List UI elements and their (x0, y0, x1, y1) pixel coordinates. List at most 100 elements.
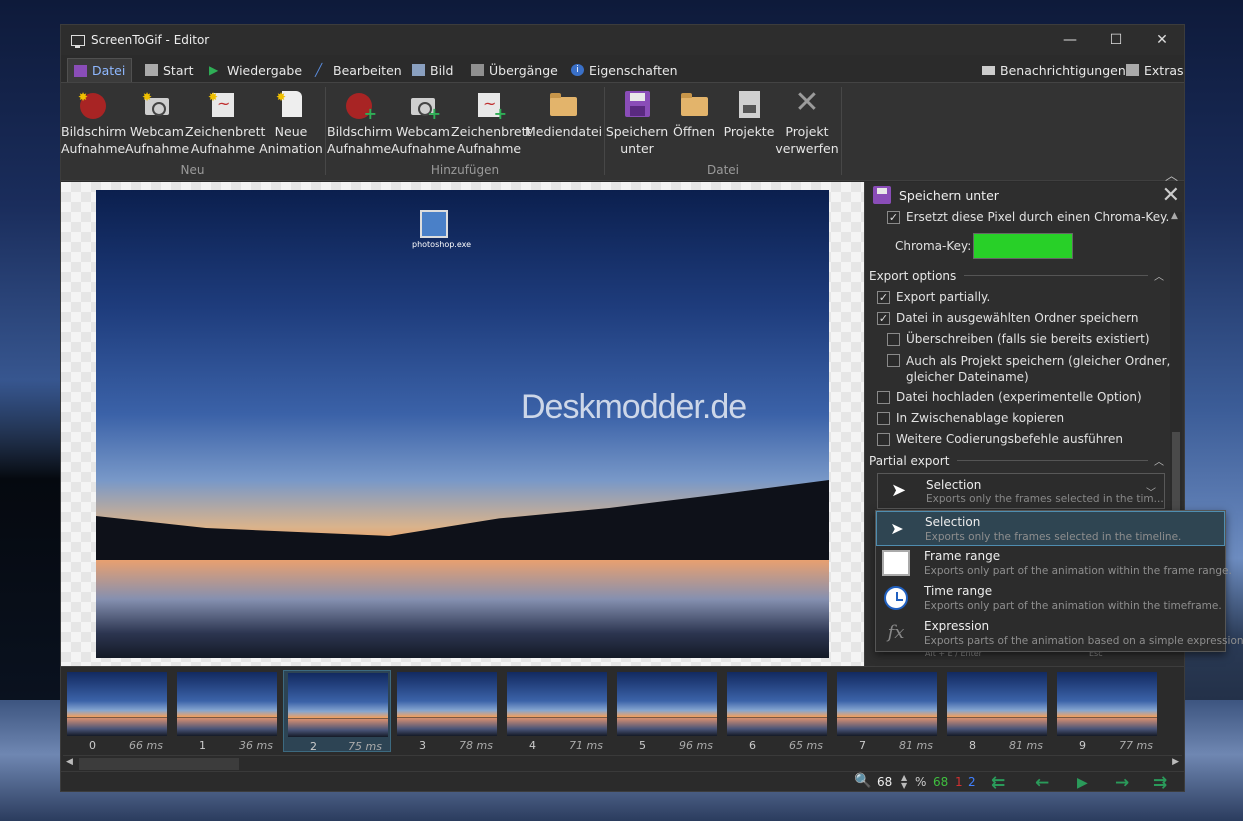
new-screen-recording-button[interactable]: ✸ Bildschirm Aufnahme (61, 83, 126, 163)
tab-bild[interactable]: Bild (412, 58, 453, 82)
group-label-neu: Neu (180, 163, 205, 177)
close-button[interactable]: ✕ (1139, 25, 1184, 55)
timeline-scrollbar[interactable]: ◀ ▶ (63, 755, 1182, 771)
partial-export-dropdown: ➤ Selection Exports only the frames select… (875, 510, 1243, 652)
scroll-thumb[interactable] (79, 758, 239, 770)
tab-start[interactable]: Start (145, 58, 194, 82)
next-frame-icon[interactable]: → (1115, 773, 1129, 791)
button-label: Webcam Aufnahme (125, 124, 190, 156)
frame-thumbnail[interactable]: 6 65 ms (723, 670, 831, 752)
frame-thumbnail[interactable]: 7 81 ms (833, 670, 941, 752)
button-label: Mediendatei (525, 124, 603, 139)
frame-number: 2 (310, 740, 317, 753)
option-desc: Exports only the frames selected in the … (925, 531, 1182, 543)
tab-wiedergabe[interactable]: ▶ Wiedergabe (209, 58, 302, 82)
upload-file-checkbox[interactable]: Datei hochladen (experimentelle Option) (877, 390, 1142, 404)
tab-eigenschaften[interactable]: i Eigenschaften (571, 58, 678, 82)
group-label-hinzufuegen: Hinzufügen (430, 163, 500, 177)
play-icon[interactable]: ▶ (1077, 775, 1088, 791)
lake-reflection (96, 560, 829, 658)
first-frame-icon[interactable]: ⇇ (991, 773, 1005, 791)
partial-export-header[interactable]: Partial export ︿ (869, 453, 1164, 469)
combo-selected-desc: Exports only the frames selected in the … (926, 493, 1164, 505)
dropdown-option-frame-range[interactable]: # Frame range Exports only part of the ani… (876, 546, 1232, 581)
new-file-icon: ✸ (276, 89, 306, 119)
dropdown-option-selection[interactable]: ➤ Selection Exports only the frames select… (876, 511, 1225, 546)
frame-number: 8 (969, 739, 976, 752)
scroll-right-icon[interactable]: ▶ (1172, 757, 1179, 767)
save-as-button[interactable]: Speichern unter (605, 83, 669, 163)
tab-uebergaenge[interactable]: Übergänge (471, 58, 558, 82)
new-board-recording-button[interactable]: ✸ Zeichenbrett Aufnahme (185, 83, 266, 163)
frame-thumbnail[interactable]: 1 36 ms (173, 670, 281, 752)
tab-datei[interactable]: Datei (67, 58, 133, 82)
scroll-up-icon[interactable]: ▲ (1171, 211, 1178, 221)
dropdown-option-time-range[interactable]: Time range Exports only part of the anima… (876, 581, 1225, 616)
zoom-value[interactable]: 68 (877, 775, 892, 789)
copy-clipboard-checkbox[interactable]: In Zwischenablage kopieren (877, 411, 1064, 425)
frame-number: 0 (89, 739, 96, 752)
frame-duration: 81 ms (899, 739, 933, 752)
frame-thumbnail[interactable]: 4 71 ms (503, 670, 611, 752)
frame-duration: 75 ms (348, 740, 382, 753)
option-desc: Exports only part of the animation withi… (924, 600, 1222, 612)
open-button[interactable]: Öffnen (667, 83, 721, 163)
frame-thumbnail[interactable]: 9 77 ms (1053, 670, 1161, 752)
notification-icon (982, 65, 995, 75)
frame-duration: 36 ms (239, 739, 273, 752)
cursor-arrow-icon: ➤ (890, 519, 904, 538)
button-label: Zeichenbrett Aufnahme (185, 124, 266, 156)
add-board-recording-button[interactable]: +Zeichenbrett Aufnahme (451, 83, 531, 163)
frame-duration: 71 ms (569, 739, 603, 752)
frame-number: 5 (639, 739, 646, 752)
save-in-folder-checkbox[interactable]: ✓ Datei in ausgewählten Ordner speichern (877, 311, 1138, 325)
record-add-icon: + (344, 89, 377, 122)
tab-label: Bild (430, 62, 454, 78)
extras-icon (1126, 64, 1139, 76)
panel-close-icon[interactable]: ✕ (1162, 183, 1180, 208)
title-bar: ScreenToGif - Editor — ☐ ✕ (61, 25, 1184, 55)
frame-preview-image (507, 672, 607, 736)
extra-encoding-commands-checkbox[interactable]: Weitere Codierungsbefehle ausführen (877, 432, 1123, 446)
export-partially-checkbox[interactable]: ✓ Export partially. (877, 290, 990, 304)
frame-thumbnail[interactable]: 0 66 ms (63, 670, 171, 752)
frame-preview-image (837, 672, 937, 736)
discard-project-button[interactable]: ✕ Projekt verwerfen (775, 83, 839, 163)
clock-icon (884, 586, 908, 610)
export-options-header[interactable]: Export options ︿ (869, 268, 1164, 284)
option-title: Frame range (924, 549, 1001, 563)
dropdown-option-expression[interactable]: fx Expression Exports parts of the animati… (876, 616, 1243, 651)
frame-thumbnail[interactable]: 5 96 ms (613, 670, 721, 752)
frame-number: 6 (749, 739, 756, 752)
add-screen-recording-button[interactable]: + Bildschirm Aufnahme (327, 83, 392, 163)
frame-thumbnail[interactable]: 3 78 ms (393, 670, 501, 752)
minimize-button[interactable]: — (1047, 25, 1093, 55)
save-as-project-checkbox[interactable]: Auch als Projekt speichern (gleicher Ord… (887, 353, 1170, 385)
partial-export-combobox[interactable]: ➤ Selection Exports only the frames sele… (877, 473, 1165, 509)
zoom-magnifier-icon: 🔍 (854, 773, 872, 789)
frame-preview-image (67, 672, 167, 736)
notifications-button[interactable]: Benachrichtigungen (982, 58, 1126, 82)
new-webcam-recording-button[interactable]: ✸ Webcam Aufnahme (125, 83, 189, 163)
frame-number: 4 (529, 739, 536, 752)
scroll-thumb[interactable] (1172, 432, 1180, 512)
overwrite-checkbox[interactable]: Überschreiben (falls sie bereits existie… (887, 332, 1150, 346)
tab-bearbeiten[interactable]: ╱ Bearbeiten (315, 58, 402, 82)
maximize-button[interactable]: ☐ (1093, 25, 1139, 55)
frame-canvas[interactable]: photoshop.exe Deskmodder.de (61, 182, 864, 666)
chroma-key-color-swatch[interactable] (973, 233, 1073, 259)
zoom-stepper-icon[interactable]: ▲ ▼ (901, 774, 907, 790)
frame-thumbnail[interactable]: 2 75 ms (283, 670, 391, 753)
projects-button[interactable]: Projekte (719, 83, 779, 163)
extras-button[interactable]: Extras (1126, 58, 1184, 82)
new-animation-button[interactable]: ✸ Neue Animation (259, 83, 323, 163)
scroll-left-icon[interactable]: ◀ (66, 757, 73, 767)
group-divider (325, 87, 326, 175)
frame-thumbnail[interactable]: 8 81 ms (943, 670, 1051, 752)
last-frame-icon[interactable]: ⇉ (1153, 773, 1167, 791)
chroma-key-checkbox[interactable]: ✓ Ersetzt diese Pixel durch einen Chroma-… (887, 210, 1169, 224)
add-webcam-recording-button[interactable]: + Webcam Aufnahme (391, 83, 455, 163)
panel-scrollbar[interactable]: ▲ (1170, 211, 1182, 532)
previous-frame-icon[interactable]: ← (1035, 773, 1049, 791)
add-media-file-button[interactable]: Mediendatei (525, 83, 603, 163)
